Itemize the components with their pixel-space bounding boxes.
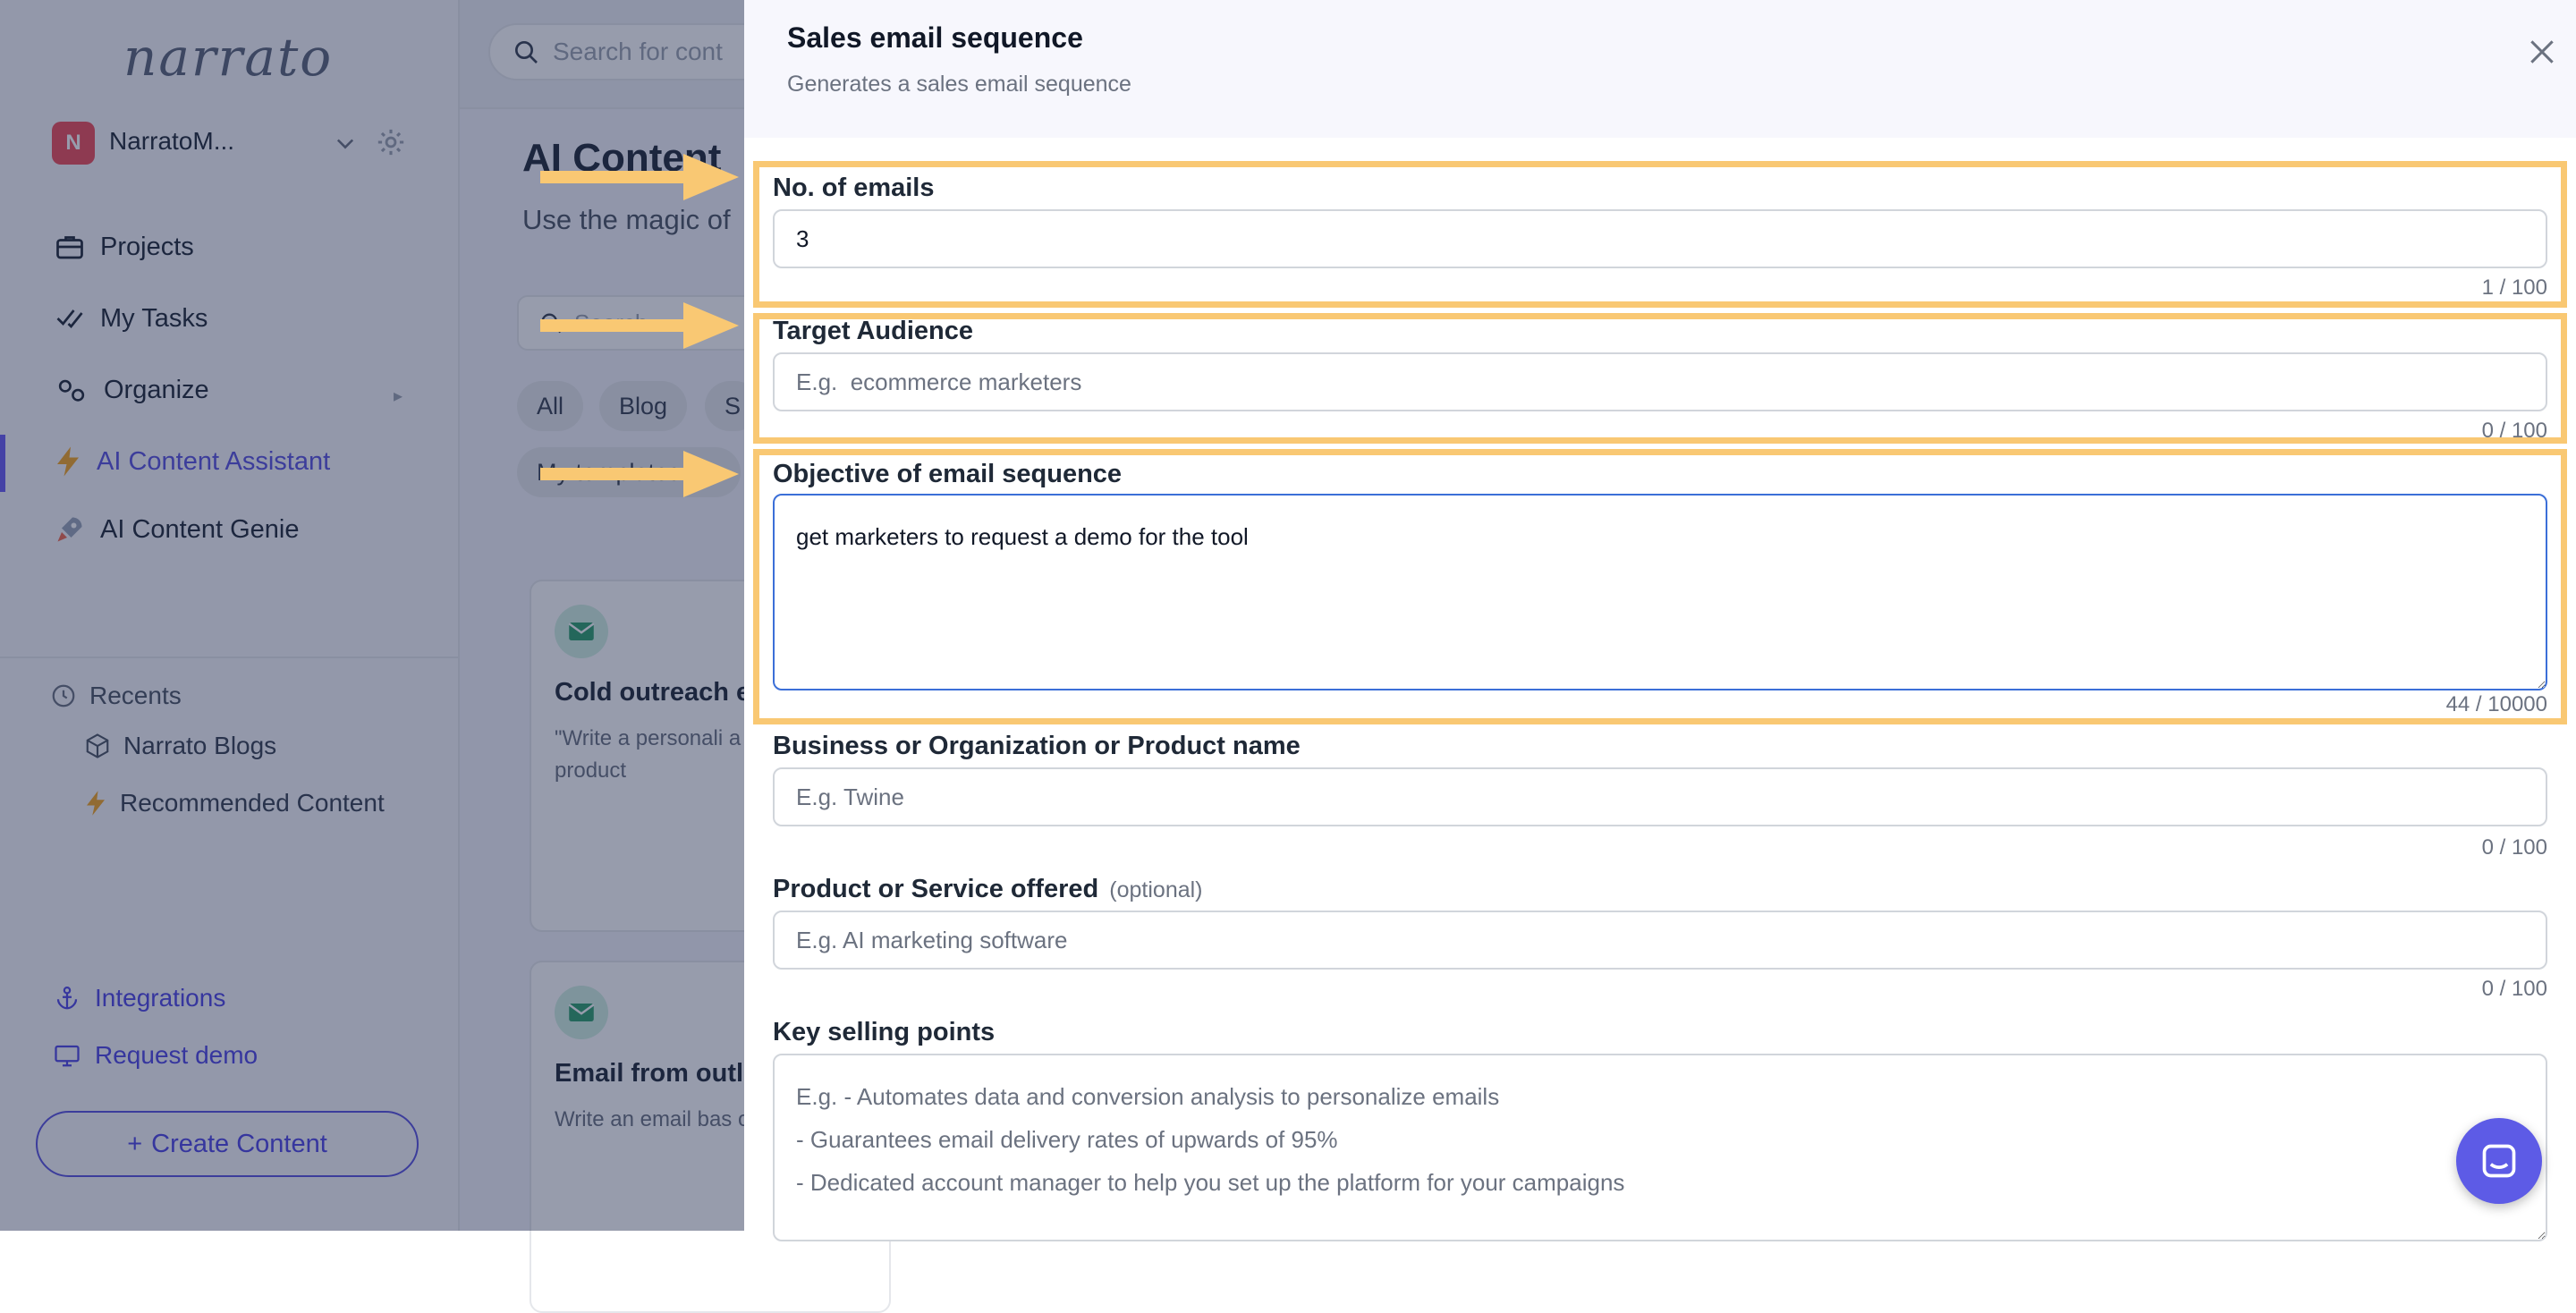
target-audience-label: Target Audience (773, 317, 973, 345)
close-icon[interactable] (2524, 34, 2560, 70)
key-selling-points-textarea[interactable] (773, 1054, 2547, 1241)
chat-icon (2479, 1141, 2519, 1181)
target-audience-input[interactable] (773, 352, 2547, 411)
panel-header: Sales email sequence Generates a sales e… (744, 0, 2576, 138)
target-audience-counter: 0 / 100 (2481, 419, 2547, 443)
no-of-emails-input[interactable] (773, 209, 2547, 268)
sales-email-sequence-panel: Sales email sequence Generates a sales e… (744, 0, 2576, 1241)
product-service-counter: 0 / 100 (2481, 977, 2547, 1001)
panel-subtitle: Generates a sales email sequence (787, 72, 1131, 97)
business-name-label: Business or Organization or Product name (773, 732, 1301, 760)
product-service-input[interactable] (773, 911, 2547, 970)
product-service-label: Product or Service offered (optional) (773, 875, 1203, 904)
chat-button[interactable] (2456, 1118, 2542, 1204)
objective-label: Objective of email sequence (773, 460, 1123, 488)
business-name-counter: 0 / 100 (2481, 835, 2547, 860)
product-service-label-text: Product or Service offered (773, 875, 1099, 903)
business-name-input[interactable] (773, 767, 2547, 826)
objective-counter: 44 / 10000 (2445, 692, 2547, 716)
optional-tag: (optional) (1109, 877, 1203, 902)
no-of-emails-counter: 1 / 100 (2481, 275, 2547, 300)
panel-title: Sales email sequence (787, 21, 1083, 54)
key-selling-points-label: Key selling points (773, 1018, 996, 1046)
objective-textarea[interactable]: get marketers to request a demo for the … (773, 494, 2547, 690)
modal-backdrop[interactable] (0, 0, 744, 1231)
no-of-emails-label: No. of emails (773, 174, 935, 202)
